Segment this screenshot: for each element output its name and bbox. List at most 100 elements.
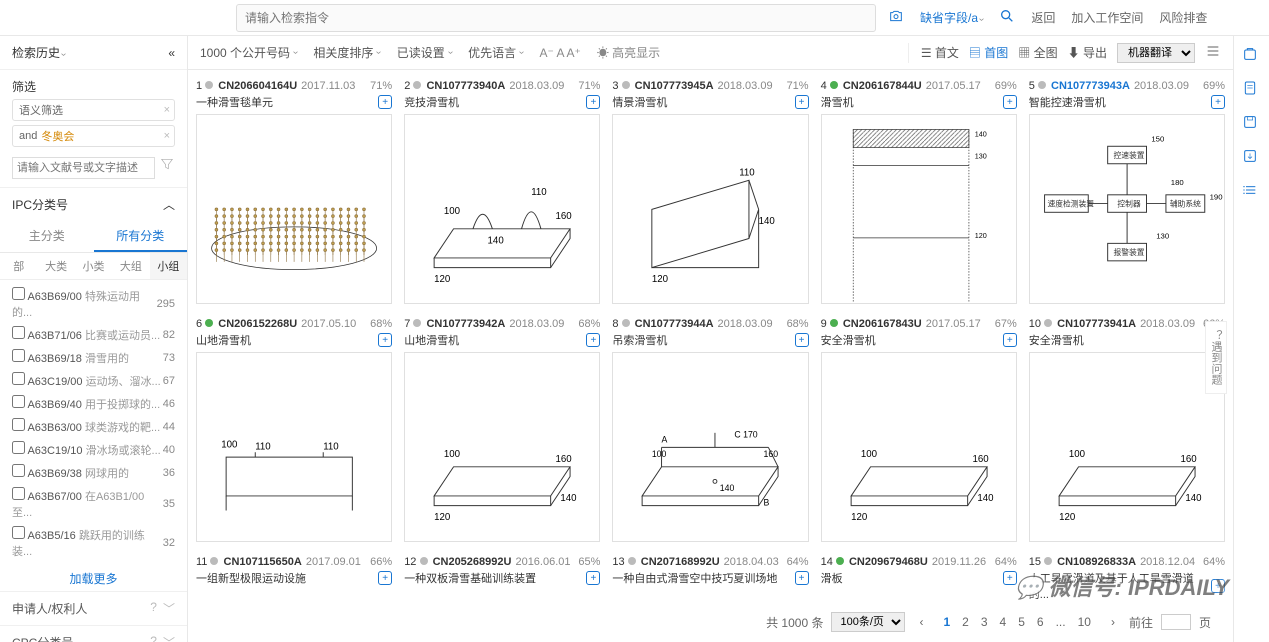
rail-list-icon[interactable] [1242,182,1262,202]
hier-3[interactable]: 大组 [112,253,149,279]
page-...[interactable]: ... [1050,613,1072,631]
patent-number[interactable]: CN107773944A [635,318,714,330]
filter-chip-semantic[interactable]: 语义筛选× [12,99,175,121]
page-5[interactable]: 5 [1012,613,1031,631]
close-icon[interactable]: × [164,104,170,116]
search-box[interactable] [236,4,876,32]
back-link[interactable]: 返回 [1031,9,1055,26]
tab-all-class[interactable]: 所有分类 [94,221,188,252]
patent-number[interactable]: CN107773945A [635,80,714,92]
ipc-checkbox[interactable] [12,372,25,385]
add-icon[interactable]: + [1003,95,1017,109]
ipc-item[interactable]: A63B5/16 跳跃用的训练装...32 [0,523,187,562]
patent-number[interactable]: CN206152268U [218,318,297,330]
add-icon[interactable]: + [1003,571,1017,585]
read-drop[interactable]: 已读设置 [397,44,452,61]
patent-thumbnail[interactable]: 100110110 [196,352,392,542]
result-card[interactable]: 7 CN107773942A2018.03.0968%山地滑雪机+1001601… [404,316,600,542]
chevron-down-icon[interactable]: ﹀ [163,634,175,642]
ipc-item[interactable]: A63B69/00 特殊运动用的...295 [0,284,187,323]
patent-number[interactable]: CN206167843U [843,318,922,330]
patent-thumbnail[interactable]: 控速装置控制器速度检测装置辅助系统报警装置150180190130 [1029,114,1225,304]
translate-select[interactable]: 机器翻译 [1117,43,1195,63]
filter-chip-term[interactable]: and 冬奥会× [12,125,175,147]
result-card[interactable]: 1 CN206604164U2017.11.0371%一种滑雪毯单元+ [196,78,392,304]
sort-drop[interactable]: 相关度排序 [313,44,380,61]
settings-icon[interactable] [1205,43,1221,62]
result-card[interactable]: 11 CN107115650A2017.09.0166%一组新型极限运动设施+ [196,554,392,606]
help-icon[interactable]: ? [150,600,157,617]
patent-thumbnail[interactable] [196,114,392,304]
add-icon[interactable]: + [586,333,600,347]
count-drop[interactable]: 1000 个公开号码 [200,44,297,61]
result-card[interactable]: 2 CN107773940A2018.03.0971%竞技滑雪机+1001601… [404,78,600,304]
camera-icon[interactable] [888,8,904,27]
feedback-tab[interactable]: ？遇到问题 [1205,321,1227,394]
patent-thumbnail[interactable]: 100160140120 [821,352,1017,542]
rail-workspace-icon[interactable] [1242,46,1262,66]
close-icon[interactable]: × [164,130,170,142]
help-icon[interactable]: ? [150,634,157,642]
ipc-checkbox[interactable] [12,464,25,477]
prev-page[interactable]: ‹ [913,613,929,631]
ipc-checkbox[interactable] [12,418,25,431]
add-icon[interactable]: + [795,333,809,347]
ipc-item[interactable]: A63B69/18 滑雪用的73 [0,346,187,369]
rail-export-icon[interactable] [1242,148,1262,168]
page-4[interactable]: 4 [994,613,1013,631]
search-icon[interactable] [999,8,1015,27]
result-card[interactable]: 4 CN206167844U2017.05.1769%滑雪机+140130120 [821,78,1017,304]
result-card[interactable]: 10 CN107773941A2018.03.0966%安全滑雪机+100160… [1029,316,1225,542]
ipc-item[interactable]: A63B71/06 比赛或运动员...82 [0,323,187,346]
ipc-item[interactable]: A63C19/00 运动场、溜冰...67 [0,369,187,392]
next-page[interactable]: › [1105,613,1121,631]
ipc-item[interactable]: A63B69/38 网球用的36 [0,461,187,484]
patent-number[interactable]: CN107773942A [426,318,505,330]
result-card[interactable]: 5 CN107773943A2018.03.0969%智能控速滑雪机+控速装置控… [1029,78,1225,304]
patent-number[interactable]: CN107773941A [1057,318,1136,330]
result-card[interactable]: 6 CN206152268U2017.05.1068%山地滑雪机+1001101… [196,316,392,542]
ipc-checkbox[interactable] [12,441,25,454]
result-card[interactable]: 3 CN107773945A2018.03.0971%情景滑雪机+1101401… [612,78,808,304]
patent-number[interactable]: CN107773940A [426,80,505,92]
ipc-checkbox[interactable] [12,395,25,408]
lang-drop[interactable]: 优先语言 [468,44,523,61]
missing-field-drop[interactable]: 缺省字段/a [920,9,983,26]
ipc-item[interactable]: A63B67/00 在A63B1/00至...35 [0,484,187,523]
patent-thumbnail[interactable]: 100160140120110 [404,114,600,304]
patent-number[interactable]: CN206604164U [218,80,297,92]
add-icon[interactable]: + [1211,579,1225,593]
add-icon[interactable]: + [378,571,392,585]
add-icon[interactable]: + [1211,95,1225,109]
rail-save-icon[interactable] [1242,114,1262,134]
patent-number[interactable]: CN108926833A [1057,556,1136,568]
view-all-image[interactable]: ▦ 全图 [1018,44,1057,61]
facet-section[interactable]: CPC分类号?﹀ [0,626,187,642]
result-card[interactable]: 15 CN108926833A2018.12.0464%人工旱雪滑道及基于人工旱… [1029,554,1225,606]
filter-icon[interactable] [159,156,175,175]
goto-input[interactable] [1161,614,1191,630]
page-6[interactable]: 6 [1031,613,1050,631]
result-card[interactable]: 13 CN207168992U2018.04.0364%一种自由式滑雪空中技巧夏… [612,554,808,606]
chevron-up-icon[interactable]: ︿ [163,196,175,213]
description-input[interactable] [12,157,155,179]
export-button[interactable]: ⬇ 导出 [1068,44,1107,61]
patent-thumbnail[interactable]: 100160140120 [404,352,600,542]
result-card[interactable]: 8 CN107773944A2018.03.0968%吊索滑雪机+100AC 1… [612,316,808,542]
result-card[interactable]: 9 CN206167843U2017.05.1767%安全滑雪机+1001601… [821,316,1017,542]
ipc-item[interactable]: A63B63/00 球类游戏的靶...44 [0,415,187,438]
page-1[interactable]: 1 [937,613,956,631]
page-2[interactable]: 2 [956,613,975,631]
ipc-header[interactable]: IPC分类号 [12,196,68,213]
ipc-checkbox[interactable] [12,349,25,362]
add-icon[interactable]: + [378,333,392,347]
view-home-image[interactable]: ▤ 首图 [969,44,1008,61]
patent-number[interactable]: CN206167844U [843,80,922,92]
result-card[interactable]: 14 CN209679468U2019.11.2664%滑板+ [821,554,1017,606]
hier-2[interactable]: 小类 [75,253,112,279]
hier-0[interactable]: 部 [0,253,37,279]
hier-1[interactable]: 大类 [37,253,74,279]
ipc-item[interactable]: A63B69/40 用于投掷球的...46 [0,392,187,415]
font-size-controls[interactable]: A⁻ A A⁺ [539,46,580,60]
ipc-item[interactable]: A63C19/10 滑冰场或滚轮...40 [0,438,187,461]
